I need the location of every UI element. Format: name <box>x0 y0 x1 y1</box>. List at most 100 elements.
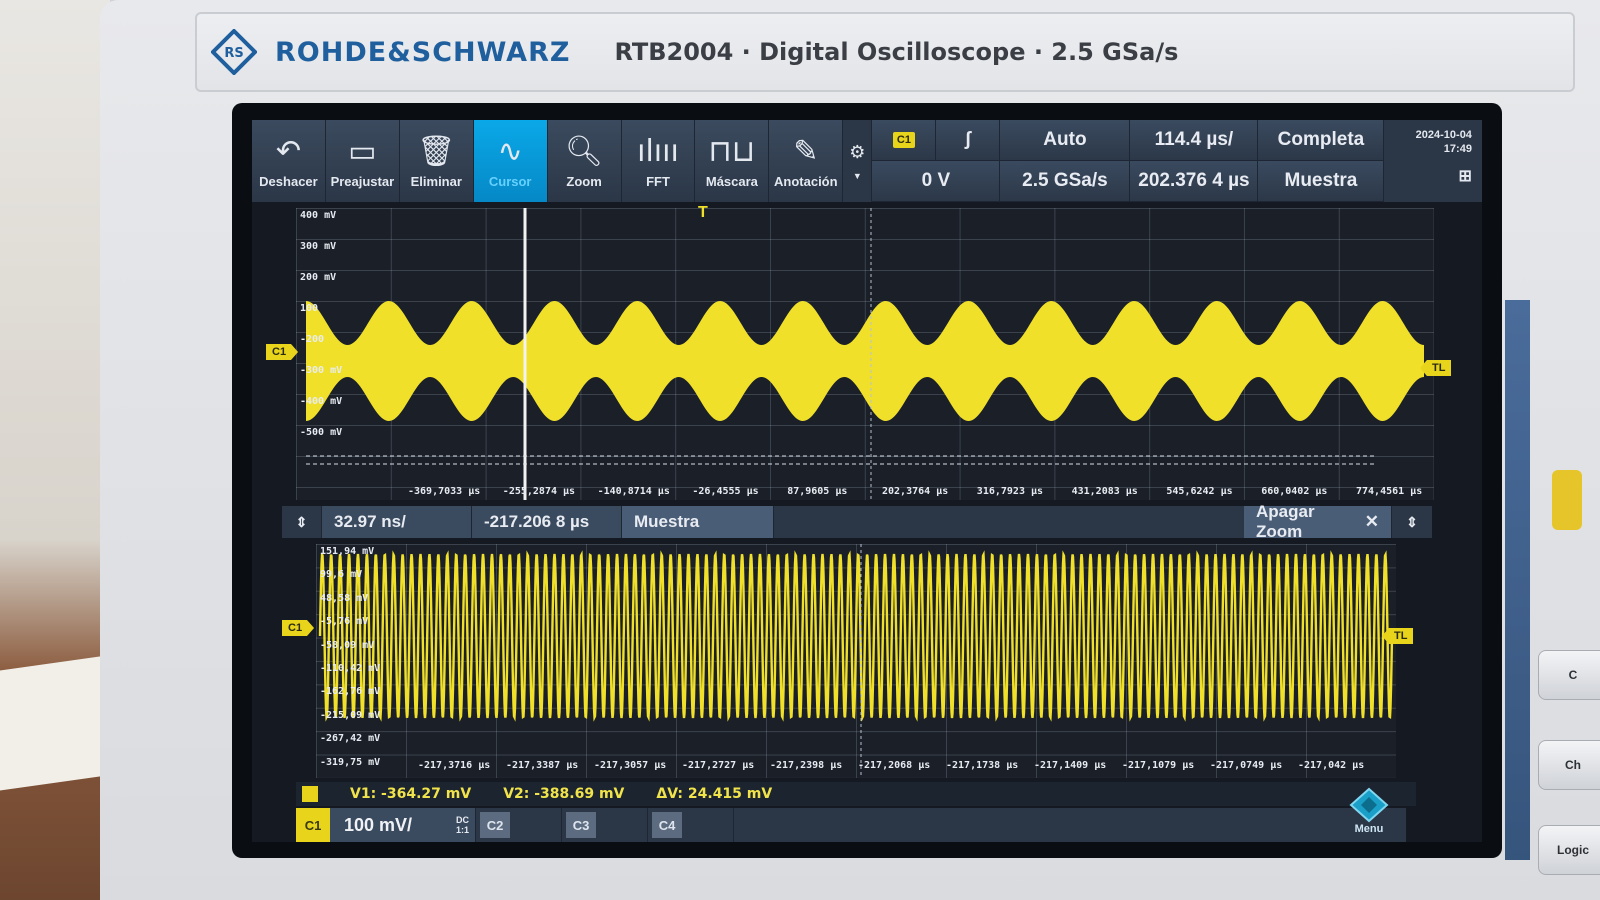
y-axis-label: -267,42 mV <box>320 733 381 745</box>
x-axis-label: 774,4561 µs <box>1356 486 1423 497</box>
mask-button[interactable]: ⊓⊔ Máscara <box>695 120 770 202</box>
zoom-waveform-plot[interactable] <box>316 544 1396 778</box>
time-text: 17:49 <box>1443 143 1472 155</box>
main-waveform-envelope <box>306 301 1424 421</box>
rs-logo-icon: RS <box>211 29 257 75</box>
zoom-off-button[interactable]: Apagar Zoom ✕ <box>1244 502 1392 541</box>
side-key-ch[interactable]: Ch <box>1538 740 1600 790</box>
x-axis-label: -140,8714 µs <box>597 486 670 497</box>
menu-button[interactable]: Menu <box>1338 780 1400 842</box>
x-axis-label: 202,3764 µs <box>882 486 949 497</box>
y-axis-label: 100 <box>300 303 319 314</box>
x-axis-label: -217,2727 µs <box>682 760 755 771</box>
pencil-icon: ✎ <box>793 133 819 169</box>
mask-label: Máscara <box>705 173 758 189</box>
rising-edge-icon: ʃ <box>964 129 972 150</box>
brand-name: ROHDE&SCHWARZ <box>275 36 571 68</box>
side-key-logic[interactable]: Logic <box>1538 825 1600 875</box>
channel-2-button[interactable]: C2 <box>476 808 562 842</box>
chevron-down-icon: ▼ <box>852 170 862 181</box>
side-key-c[interactable]: C <box>1538 650 1600 700</box>
y-axis-label: -58,09 mV <box>320 639 375 651</box>
delete-button[interactable]: 🗑 Eliminar <box>399 120 474 202</box>
trigger-mode[interactable]: Auto <box>1000 120 1131 161</box>
menu-diamond-icon <box>1349 787 1389 823</box>
x-axis-label: 316,7923 µs <box>976 486 1044 497</box>
channel-1-button[interactable]: C1 100 mV/ DC 1:1 <box>296 808 476 842</box>
channel-1-tag: C1 <box>296 808 330 842</box>
y-axis-label: 200 mV <box>300 272 337 283</box>
x-axis-label: -217,3057 µs <box>594 760 667 771</box>
x-axis-label: 545,6242 µs <box>1166 486 1233 497</box>
mask-icon: ⊓⊔ <box>708 133 756 169</box>
x-axis-label: -217,1079 µs <box>1122 760 1195 771</box>
x-axis-label: -217,0749 µs <box>1210 760 1283 771</box>
date-text: 2024-10-04 <box>1415 129 1472 141</box>
acq-mode[interactable]: Completa <box>1258 120 1385 161</box>
zoom-waveform-trace <box>318 550 1394 722</box>
preset-button[interactable]: ▭ Preajustar <box>325 120 400 202</box>
channel-1-coupling: DC 1:1 <box>455 815 469 835</box>
zoom-time-scale[interactable]: 32.97 ns/ <box>322 506 472 538</box>
x-axis-label: -217,3387 µs <box>506 760 579 771</box>
zoom-channel-marker[interactable]: C1 <box>282 620 315 636</box>
trash-icon: 🗑 <box>417 133 456 169</box>
main-channel-marker[interactable]: C1 <box>266 344 299 360</box>
y-axis-label: 400 mV <box>300 210 337 221</box>
trigger-level[interactable]: 0 V <box>872 161 1001 202</box>
zoom-label: Zoom <box>566 173 602 189</box>
acquisition-info: C1 ʃ Auto 114.4 µs/ Completa 0 V 2.5 GSa… <box>872 120 1385 202</box>
y-axis-label: -500 mV <box>300 427 343 438</box>
main-waveform-plot[interactable] <box>296 208 1434 500</box>
x-axis-label: -217,042 µs <box>1298 760 1365 771</box>
cursor-dv: ΔV: 24.415 mV <box>656 786 773 802</box>
y-axis-label: -215,09 mV <box>320 709 381 721</box>
zoom-arrows-right[interactable]: ⇕ <box>1392 506 1432 538</box>
cursor-readout: V1: -364.27 mV V2: -388.69 mV ΔV: 24.415… <box>296 782 1416 806</box>
channel-bar: C1 100 mV/ DC 1:1 C2 C3 C4 <box>296 808 1406 842</box>
cursor-label: Cursor <box>488 173 532 189</box>
zoom-arrows-left[interactable]: ⇕ <box>282 506 322 538</box>
zoom-bar: ⇕ 32.97 ns/ -217.206 8 µs Muestra Apagar… <box>282 502 1432 541</box>
settings-button[interactable]: ⚙ ▼ <box>843 120 873 202</box>
y-axis-label: -319,75 mV <box>320 756 381 768</box>
model-line: RTB2004 · Digital Oscilloscope · 2.5 GSa… <box>614 38 1179 66</box>
main-waveform-svg <box>306 208 1424 500</box>
cursor-v1: V1: -364.27 mV <box>350 786 472 802</box>
channel-4-button[interactable]: C4 <box>648 808 734 842</box>
annotation-button[interactable]: ✎ Anotación <box>769 120 844 202</box>
sample-rate[interactable]: 2.5 GSa/s <box>1000 161 1131 202</box>
menu-label: Menu <box>1354 823 1384 835</box>
acq-type[interactable]: Muestra <box>1258 161 1385 202</box>
x-axis-label: -369,7033 µs <box>408 486 481 497</box>
x-axis-label: -255,2874 µs <box>502 486 576 497</box>
y-axis-label: 48,58 mV <box>320 592 369 604</box>
side-keys: C Ch Logic <box>1528 420 1600 900</box>
undo-button[interactable]: ↶ Deshacer <box>252 120 326 202</box>
time-scale[interactable]: 114.4 µs/ <box>1130 120 1259 161</box>
x-axis-label: -217,3716 µs <box>418 760 491 771</box>
channel-3-button[interactable]: C3 <box>562 808 648 842</box>
preset-icon: ▭ <box>348 133 377 169</box>
trigger-position-marker[interactable]: T <box>698 204 708 222</box>
x-axis-label: -217,1409 µs <box>1034 760 1107 771</box>
fft-button[interactable]: ılııı FFT <box>621 120 696 202</box>
cursor-v2: V2: -388.69 mV <box>503 786 625 802</box>
annotation-label: Anotación <box>774 173 838 189</box>
time-position[interactable]: 202.376 4 µs <box>1130 161 1259 202</box>
cursor-button[interactable]: ∿ Cursor <box>473 120 548 202</box>
fft-icon: ılııı <box>637 133 679 169</box>
x-axis-label: 87,9605 µs <box>787 486 848 497</box>
trigger-source[interactable]: C1 <box>872 120 937 161</box>
channel-1-scale: 100 mV/ <box>344 814 413 835</box>
zoom-acq-mode[interactable]: Muestra <box>622 506 774 538</box>
fft-label: FFT <box>646 173 670 189</box>
y-axis-label: 151,94 mV <box>320 546 375 557</box>
gear-icon: ⚙ <box>849 141 866 162</box>
zoom-button[interactable]: 🔍︎ Zoom <box>547 120 622 202</box>
trigger-slope[interactable]: ʃ <box>936 120 1001 161</box>
datetime: 2024-10-04 17:49 ⊞ <box>1384 120 1482 202</box>
channel-2-tag: C2 <box>480 812 510 838</box>
zoom-position[interactable]: -217.206 8 µs <box>472 506 622 538</box>
y-axis-label: 99,6 mV <box>320 569 363 581</box>
